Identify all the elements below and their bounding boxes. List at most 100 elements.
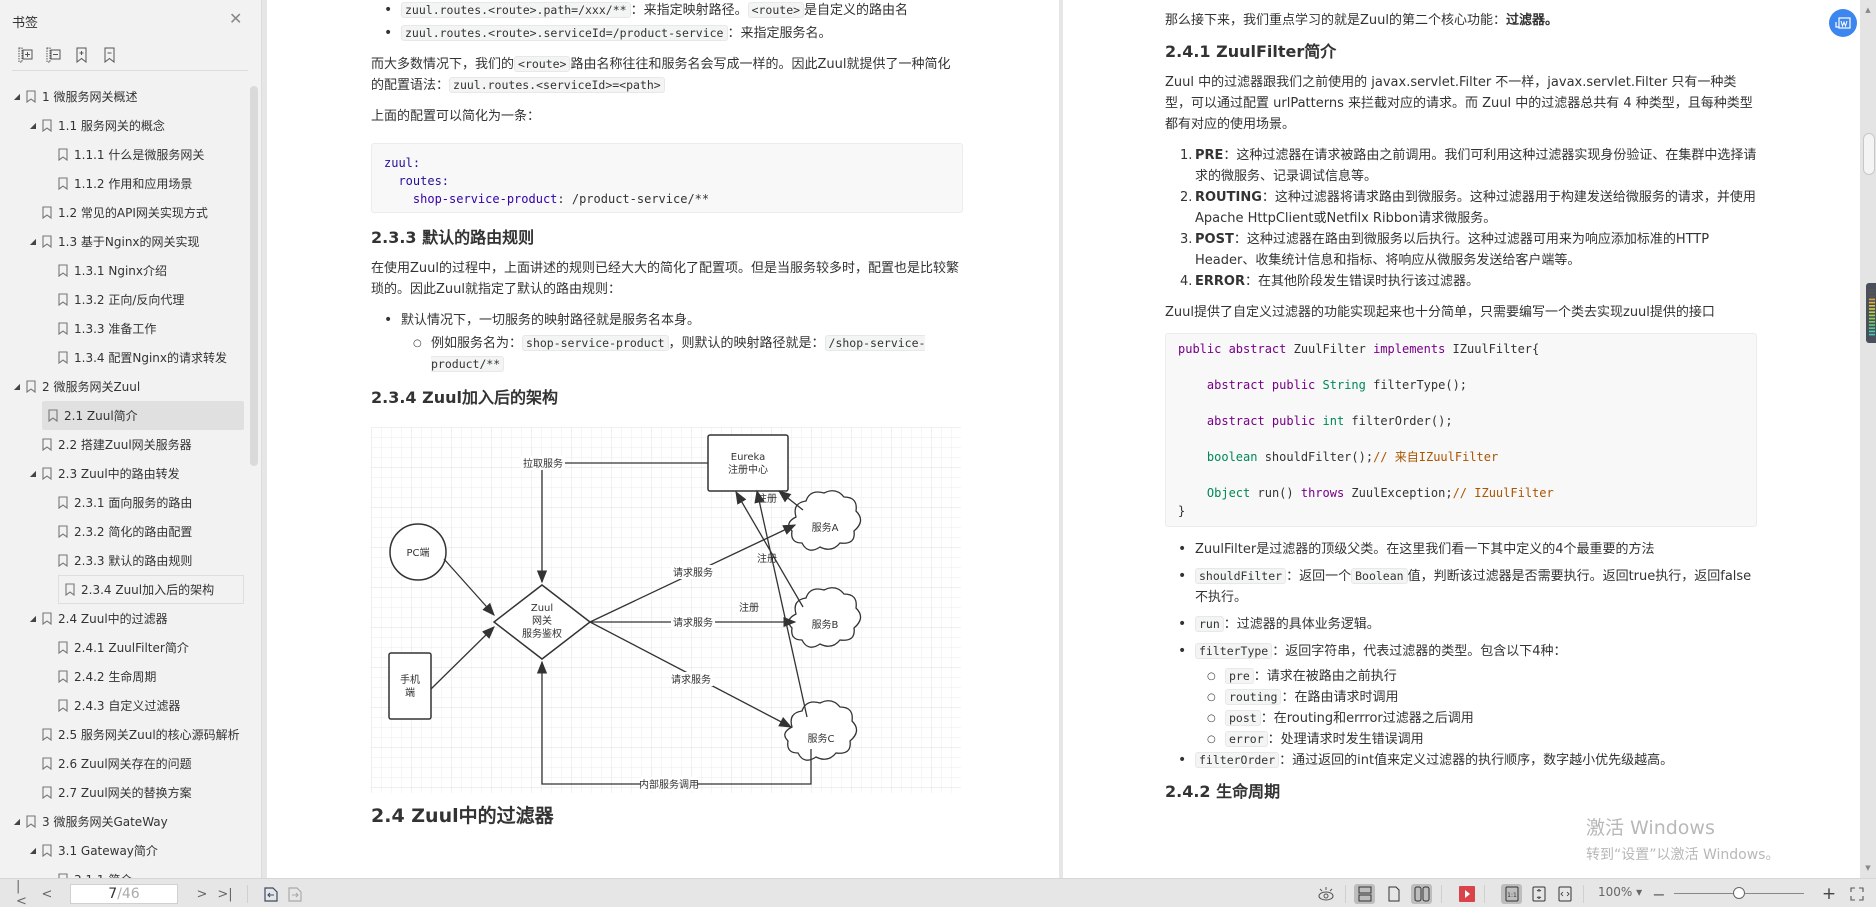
bookmark-item[interactable]: ◢ 2.3 Zuul中的路由转发: [0, 459, 250, 488]
paragraph: 在使用Zuul的过程中，上面讲述的规则已经大大的简化了配置项。但是当服务较多时，…: [371, 261, 959, 297]
bookmark-label: 2.3.2 简化的路由配置: [74, 525, 193, 539]
document-scrollbar[interactable]: ▲ ▼: [1860, 0, 1876, 878]
expand-triangle-icon[interactable]: ◢: [12, 817, 22, 826]
bookmark-item[interactable]: 1.1.2 作用和应用场景: [0, 169, 250, 198]
fit-width-button[interactable]: [1557, 885, 1573, 903]
two-page-button[interactable]: [1411, 884, 1432, 904]
paragraph: Zuul 中的过滤器跟我们之前使用的 javax.servlet.Filter …: [1165, 75, 1753, 132]
last-page-button[interactable]: >|: [217, 885, 232, 903]
expand-triangle-icon[interactable]: ◢: [28, 846, 38, 855]
add-bookmark-icon[interactable]: [74, 47, 89, 63]
bookmark-label: 2.6 Zuul网关存在的问题: [58, 757, 192, 771]
expand-triangle-icon[interactable]: ◢: [12, 92, 22, 101]
list-item: run：过滤器的具体业务逻辑。: [1165, 614, 1757, 635]
bookmark-item[interactable]: 1.3.1 Nginx介绍: [0, 256, 250, 285]
bookmark-item[interactable]: 3.1.1 简介: [0, 865, 250, 878]
bookmark-item[interactable]: 1.3.2 正向/反向代理: [0, 285, 250, 314]
filter-subtype-item: pre：请求在被路由之前执行: [1165, 666, 1757, 687]
bookmark-item[interactable]: 1.3.3 准备工作: [0, 314, 250, 343]
filter-type-sublist: pre：请求在被路由之前执行routing：在路由请求时调用post：在rout…: [1165, 666, 1757, 750]
scroll-up-button[interactable]: ▲: [1863, 6, 1873, 16]
sidebar-scrollbar[interactable]: [250, 86, 258, 466]
bookmark-item[interactable]: ◢ 2 微服务网关Zuul: [0, 372, 250, 401]
page-number-input[interactable]: 7/46: [70, 884, 178, 904]
continuous-scroll-button[interactable]: [1354, 884, 1375, 904]
meter-bar: [1869, 289, 1875, 291]
bookmark-icon: [58, 293, 68, 306]
fullscreen-icon: [1850, 887, 1864, 901]
slideshow-button[interactable]: [1459, 885, 1475, 903]
bookmark-item[interactable]: 2.3.2 简化的路由配置: [0, 517, 250, 546]
scrollbar-thumb[interactable]: [1863, 133, 1875, 175]
bookmark-icon: [42, 612, 52, 625]
bottom-toolbar: |< < 7/46 > >| 1:1 100% ▾ − +: [0, 878, 1876, 907]
zoom-level-dropdown[interactable]: 100% ▾: [1598, 885, 1642, 899]
back-view-icon: [263, 886, 278, 902]
bookmark-item[interactable]: 2.4.1 ZuulFilter简介: [0, 633, 250, 662]
prev-page-button[interactable]: <: [41, 885, 53, 903]
expand-triangle-icon[interactable]: ◢: [12, 382, 22, 391]
bookmark-item[interactable]: ◢ 1.1 服务网关的概念: [0, 111, 250, 140]
section-heading: 2.4.1 ZuulFilter简介: [1165, 42, 1337, 61]
scroll-down-button[interactable]: ▼: [1863, 864, 1873, 874]
bookmark-sidebar: 书签 ✕ ◢ 1 微服务网关概述 ◢ 1.1 服务网关的概念 1.1.1 什么是微服务网…: [0, 0, 262, 878]
single-page-icon: [1388, 886, 1400, 902]
expand-all-icon[interactable]: [18, 47, 33, 63]
bookmark-item[interactable]: 2.3.3 默认的路由规则: [0, 546, 250, 575]
page-left-footer-heading: 2.4 Zuul中的过滤器: [371, 806, 554, 827]
remove-bookmark-icon[interactable]: [102, 47, 117, 63]
bookmark-label: 2.4.3 自定义过滤器: [74, 699, 181, 713]
expand-triangle-icon[interactable]: ◢: [28, 614, 38, 623]
fullscreen-button[interactable]: [1849, 885, 1865, 903]
meter-bar: [1869, 308, 1875, 310]
bookmark-icon: [42, 786, 52, 799]
bookmark-item[interactable]: 2.3.1 面向服务的路由: [0, 488, 250, 517]
bookmark-icon: [26, 90, 36, 103]
eye-protection-button[interactable]: [1316, 885, 1336, 903]
bookmark-label: 2.5 服务网关Zuul的核心源码解析: [58, 728, 240, 742]
bookmark-item[interactable]: 2.4.2 生命周期: [0, 662, 250, 691]
fit-page-button[interactable]: [1531, 885, 1547, 903]
bookmark-item[interactable]: 1.3.4 配置Nginx的请求转发: [0, 343, 250, 372]
zoom-slider[interactable]: [1674, 887, 1804, 899]
bookmark-label: 1.3.4 配置Nginx的请求转发: [74, 351, 227, 365]
expand-triangle-icon[interactable]: ◢: [28, 237, 38, 246]
bookmark-item[interactable]: 2.7 Zuul网关的替换方案: [0, 778, 250, 807]
collapse-all-icon[interactable]: [46, 47, 61, 63]
zoom-slider-knob[interactable]: [1733, 887, 1745, 899]
bookmark-item[interactable]: 2.2 搭建Zuul网关服务器: [0, 430, 250, 459]
bookmark-item[interactable]: ◢ 3 微服务网关GateWay: [0, 807, 250, 836]
service-c-label: 服务C: [808, 732, 835, 745]
single-page-button[interactable]: [1386, 885, 1402, 903]
bookmark-item[interactable]: 2.4.3 自定义过滤器: [0, 691, 250, 720]
bookmark-item[interactable]: 2.5 服务网关Zuul的核心源码解析: [0, 720, 250, 749]
zoom-out-button[interactable]: −: [1652, 885, 1666, 904]
expand-triangle-icon[interactable]: ◢: [28, 121, 38, 130]
bookmark-item[interactable]: 2.1 Zuul简介: [42, 401, 244, 430]
convert-to-word-button[interactable]: [1829, 9, 1857, 37]
bookmark-item[interactable]: ◢ 2.4 Zuul中的过滤器: [0, 604, 250, 633]
bookmark-item[interactable]: 1.1.1 什么是微服务网关: [0, 140, 250, 169]
bookmark-item[interactable]: 2.6 Zuul网关存在的问题: [0, 749, 250, 778]
bookmark-item[interactable]: ◢ 3.1 Gateway简介: [0, 836, 250, 865]
actual-size-icon: 1:1: [1505, 886, 1518, 902]
zoom-in-button[interactable]: +: [1822, 884, 1836, 904]
meter-bar: [1869, 295, 1875, 297]
bookmark-label: 2.7 Zuul网关的替换方案: [58, 786, 192, 800]
bookmark-item[interactable]: 1.2 常见的API网关实现方式: [0, 198, 250, 227]
zuul-label-3: 服务鉴权: [522, 627, 562, 640]
bookmark-item[interactable]: ◢ 1.3 基于Nginx的网关实现: [0, 227, 250, 256]
expand-triangle-icon[interactable]: ◢: [28, 469, 38, 478]
back-view-button[interactable]: [263, 885, 278, 903]
close-sidebar-button[interactable]: ✕: [229, 11, 243, 27]
actual-size-button[interactable]: 1:1: [1501, 884, 1522, 904]
first-page-button[interactable]: |<: [16, 879, 30, 907]
forward-view-button[interactable]: [287, 885, 302, 903]
meter-bar: [1869, 321, 1875, 323]
bookmark-icon: [42, 467, 52, 480]
bookmark-label: 1.1.1 什么是微服务网关: [74, 148, 205, 162]
bookmark-item[interactable]: 2.3.4 Zuul加入后的架构: [58, 575, 244, 604]
meter-bar: [1869, 333, 1875, 336]
bookmark-item[interactable]: ◢ 1 微服务网关概述: [0, 82, 250, 111]
next-page-button[interactable]: >: [196, 885, 208, 903]
